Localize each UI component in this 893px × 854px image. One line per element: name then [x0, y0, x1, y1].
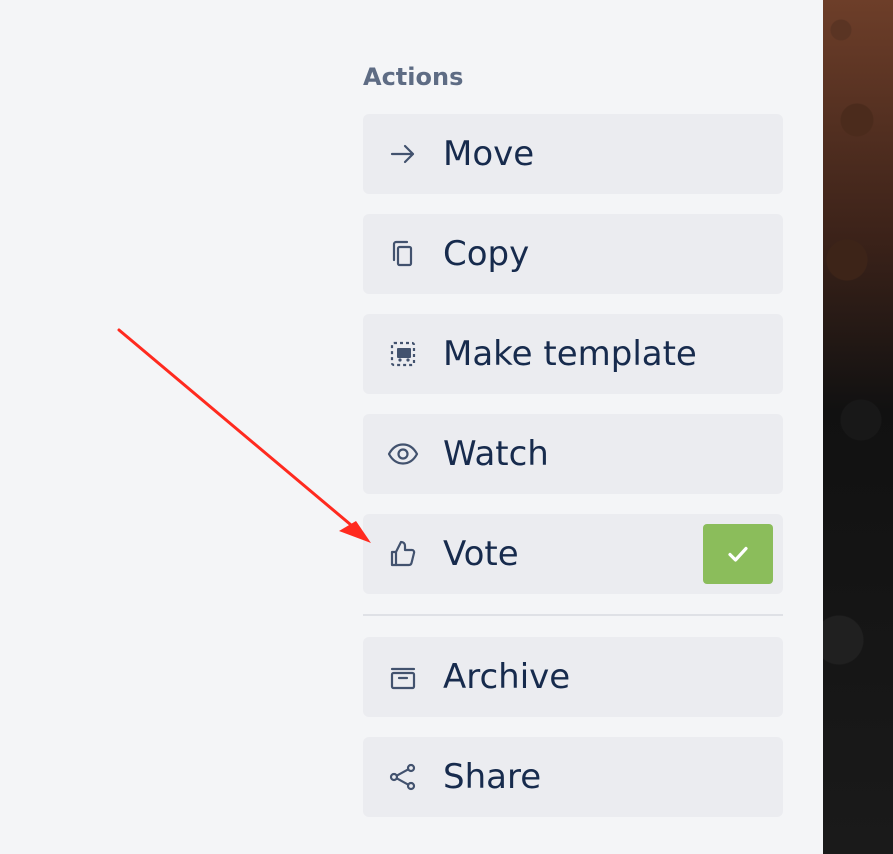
- move-label: Move: [443, 134, 535, 174]
- watch-button[interactable]: Watch: [363, 414, 783, 494]
- eye-icon: [385, 436, 421, 472]
- copy-label: Copy: [443, 234, 530, 274]
- make-template-button[interactable]: Make template: [363, 314, 783, 394]
- copy-button[interactable]: Copy: [363, 214, 783, 294]
- copy-icon: [385, 236, 421, 272]
- make-template-label: Make template: [443, 334, 697, 374]
- check-icon: [728, 546, 748, 562]
- share-icon: [385, 759, 421, 795]
- archive-label: Archive: [443, 657, 571, 697]
- vote-button[interactable]: Vote: [363, 514, 783, 594]
- vote-label: Vote: [443, 534, 519, 574]
- actions-divider: [363, 614, 783, 616]
- arrow-right-icon: [385, 136, 421, 172]
- template-icon: [385, 336, 421, 372]
- watch-label: Watch: [443, 434, 549, 474]
- archive-button[interactable]: Archive: [363, 637, 783, 717]
- share-button[interactable]: Share: [363, 737, 783, 817]
- vote-checked-badge[interactable]: [703, 524, 773, 584]
- actions-panel: Actions Move Copy Make template Watch Vo…: [0, 0, 823, 854]
- move-button[interactable]: Move: [363, 114, 783, 194]
- background-photo-strip: [823, 0, 893, 854]
- archive-icon: [385, 659, 421, 695]
- thumbs-up-icon: [385, 536, 421, 572]
- actions-heading: Actions: [363, 63, 464, 91]
- share-label: Share: [443, 757, 542, 797]
